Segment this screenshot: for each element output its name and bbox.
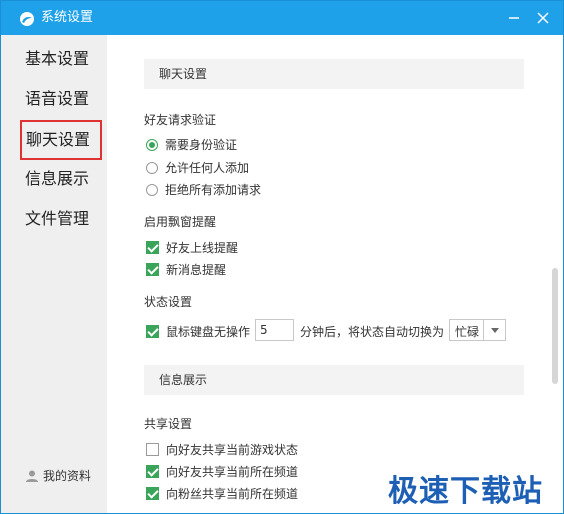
idle-after-text: 分钟后，将状态自动切换为 bbox=[300, 325, 445, 339]
status-dropdown-value: 忙碌 bbox=[455, 325, 480, 339]
friend-request-label: 好友请求验证 bbox=[144, 113, 217, 127]
radio-label: 需要身份验证 bbox=[165, 138, 238, 152]
radio-allow-anyone[interactable]: 允许任何人添加 bbox=[146, 159, 249, 176]
radio-button[interactable] bbox=[146, 161, 158, 174]
my-profile-label: 我的资料 bbox=[43, 469, 92, 483]
popup-reminder-label: 启用飘窗提醒 bbox=[144, 215, 217, 229]
checkbox-friend-online[interactable]: 好友上线提醒 bbox=[146, 239, 238, 256]
radio-label: 允许任何人添加 bbox=[165, 161, 250, 175]
radio-label: 拒绝所有添加请求 bbox=[165, 183, 262, 197]
checkbox[interactable] bbox=[146, 325, 159, 338]
checkbox-share-channel-friends[interactable]: 向好友共享当前所在频道 bbox=[146, 463, 298, 480]
close-button[interactable] bbox=[531, 8, 555, 28]
status-dropdown[interactable]: 忙碌 bbox=[449, 319, 506, 341]
radio-button[interactable] bbox=[146, 183, 158, 196]
chat-section-header: 聊天设置 bbox=[144, 59, 524, 89]
app-logo-icon bbox=[19, 11, 35, 27]
radio-reject-all[interactable]: 拒绝所有添加请求 bbox=[146, 181, 261, 198]
radio-require-verification[interactable]: 需要身份验证 bbox=[146, 136, 237, 153]
checkbox-label: 新消息提醒 bbox=[166, 263, 227, 277]
my-profile-link[interactable]: 我的资料 bbox=[25, 467, 91, 484]
sidebar-item-info[interactable]: 信息展示 bbox=[1, 159, 107, 199]
checkbox-share-channel-fans[interactable]: 向粉丝共享当前所在频道 bbox=[146, 485, 298, 502]
idle-minutes-input[interactable]: 5 bbox=[255, 319, 294, 341]
sidebar-item-files[interactable]: 文件管理 bbox=[1, 199, 107, 239]
checkbox-new-message[interactable]: 新消息提醒 bbox=[146, 261, 226, 278]
checkbox-label: 鼠标键盘无操作 bbox=[166, 325, 251, 339]
share-settings-label: 共享设置 bbox=[144, 417, 193, 431]
checkbox-label: 向粉丝共享当前所在频道 bbox=[166, 487, 299, 501]
sidebar-item-voice[interactable]: 语音设置 bbox=[1, 79, 107, 119]
sidebar-item-basic[interactable]: 基本设置 bbox=[1, 39, 107, 79]
user-icon bbox=[26, 470, 38, 482]
window-title: 系统设置 bbox=[41, 10, 94, 25]
scrollbar-thumb[interactable] bbox=[552, 268, 558, 384]
minimize-button[interactable] bbox=[502, 8, 526, 28]
settings-window: 系统设置 基本设置 语音设置 聊天设置 信息展示 文件管理 我的资料 聊天设置 … bbox=[0, 0, 564, 514]
checkbox-idle-status[interactable]: 鼠标键盘无操作 bbox=[146, 323, 250, 340]
info-section-header: 信息展示 bbox=[144, 365, 524, 395]
checkbox-label: 好友上线提醒 bbox=[166, 241, 239, 255]
vertical-scrollbar[interactable] bbox=[549, 35, 563, 513]
chevron-down-icon[interactable] bbox=[483, 320, 505, 340]
checkbox[interactable] bbox=[146, 487, 159, 500]
checkbox[interactable] bbox=[146, 443, 159, 456]
checkbox[interactable] bbox=[146, 263, 159, 276]
checkbox-label: 向好友共享当前游戏状态 bbox=[166, 443, 299, 457]
radio-button[interactable] bbox=[146, 138, 158, 151]
checkbox-share-game[interactable]: 向好友共享当前游戏状态 bbox=[146, 441, 298, 458]
close-icon bbox=[537, 12, 549, 24]
checkbox[interactable] bbox=[146, 241, 159, 254]
sidebar: 基本设置 语音设置 聊天设置 信息展示 文件管理 我的资料 bbox=[1, 35, 107, 513]
title-bar[interactable]: 系统设置 bbox=[1, 1, 563, 35]
minimize-icon bbox=[509, 17, 519, 19]
checkbox[interactable] bbox=[146, 465, 159, 478]
status-settings-label: 状态设置 bbox=[144, 295, 193, 309]
checkbox-label: 向好友共享当前所在频道 bbox=[166, 465, 299, 479]
settings-content: 聊天设置 好友请求验证 需要身份验证 允许任何人添加 拒绝所有添加请求 启用飘窗… bbox=[107, 35, 549, 513]
sidebar-item-chat[interactable]: 聊天设置 bbox=[20, 120, 102, 160]
site-watermark: 极速下载站 bbox=[388, 474, 543, 509]
